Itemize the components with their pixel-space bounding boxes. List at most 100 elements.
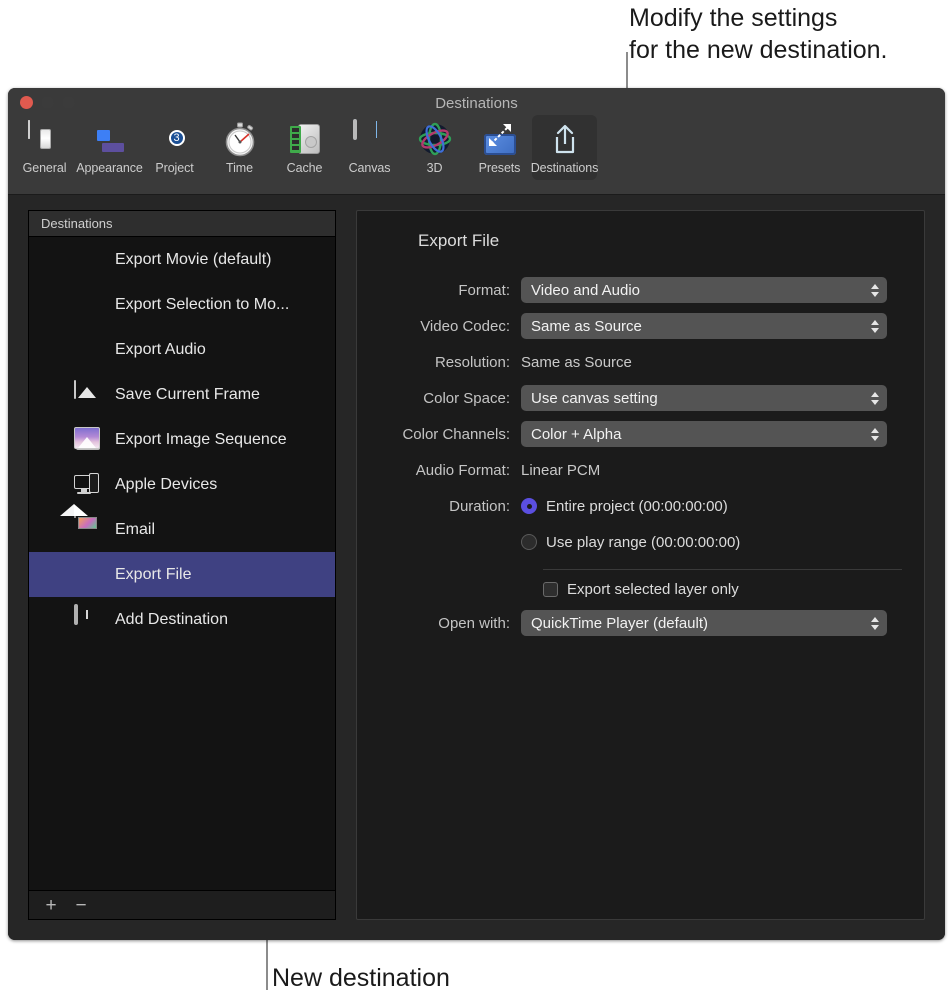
format-label: Format:	[371, 282, 521, 299]
toolbar-item-time[interactable]: Time	[207, 115, 272, 180]
color-space-label: Color Space:	[371, 390, 521, 407]
duration-label: Duration:	[371, 498, 521, 515]
row-duration: Duration: Entire project (00:00:00:00)	[371, 493, 902, 519]
video-codec-label: Video Codec:	[371, 318, 521, 335]
export-selected-layer-checkbox[interactable]	[543, 582, 558, 597]
list-item-export-image-sequence[interactable]: Export Image Sequence	[29, 417, 335, 462]
toolbar-label-canvas: Canvas	[349, 161, 391, 175]
callout-bottom-text: New destination	[272, 962, 450, 994]
row-color-channels: Color Channels: Color + Alpha	[371, 421, 902, 447]
chevron-updown-icon	[871, 385, 879, 411]
radio-entire-project[interactable]	[521, 498, 537, 514]
toolbar-label-time: Time	[226, 161, 253, 175]
list-item-label: Export Image Sequence	[115, 431, 287, 449]
audio-format-label: Audio Format:	[371, 462, 521, 479]
duration-option-label: Entire project (00:00:00:00)	[546, 498, 728, 515]
film-strip-icon	[377, 227, 404, 254]
cache-disk-icon	[287, 121, 323, 157]
list-item-label: Add Destination	[115, 611, 228, 629]
sidebar-footer-toolbar: + −	[28, 890, 336, 920]
list-item-email[interactable]: Email	[29, 507, 335, 552]
toolbar-item-appearance[interactable]: Appearance	[77, 115, 142, 180]
screenshot-root: Modify the settings for the new destinat…	[0, 0, 950, 1008]
destinations-preferences-window: Destinations General Appearance	[8, 88, 945, 940]
duration-option-play-range[interactable]: Use play range (00:00:00:00)	[521, 534, 740, 551]
toolbar-label-presets: Presets	[479, 161, 521, 175]
detail-title: Export File	[418, 231, 499, 251]
window-title: Destinations	[8, 95, 945, 112]
list-item-label: Export Selection to Mo...	[115, 296, 289, 314]
general-icon	[27, 121, 63, 157]
duration-option-entire-project[interactable]: Entire project (00:00:00:00)	[521, 498, 728, 515]
toolbar-item-presets[interactable]: Presets	[467, 115, 532, 180]
toolbar-item-general[interactable]: General	[12, 115, 77, 180]
chevron-updown-icon	[871, 610, 879, 636]
remove-destination-button[interactable]: −	[70, 894, 92, 916]
open-with-popup-button[interactable]: QuickTime Player (default)	[521, 610, 887, 636]
list-item-export-file[interactable]: Export File	[29, 552, 335, 597]
toolbar-item-cache[interactable]: Cache	[272, 115, 337, 180]
export-selected-layer-row[interactable]: Export selected layer only	[543, 581, 902, 598]
format-value: Video and Audio	[531, 282, 640, 299]
color-channels-value: Color + Alpha	[531, 426, 621, 443]
window-titlebar: Destinations General Appearance	[8, 88, 945, 195]
list-item-label: Email	[115, 521, 155, 539]
stopwatch-icon	[222, 121, 258, 157]
resolution-label: Resolution:	[371, 354, 521, 371]
chevron-updown-icon	[871, 277, 879, 303]
list-item-label: Save Current Frame	[115, 386, 260, 404]
list-item-add-destination[interactable]: Add Destination	[29, 597, 335, 642]
preferences-toolbar: General Appearance 3	[12, 115, 597, 180]
row-resolution: Resolution: Same as Source	[371, 349, 902, 375]
row-color-space: Color Space: Use canvas setting	[371, 385, 902, 411]
appearance-icon	[92, 121, 128, 157]
project-icon: 3	[157, 121, 193, 157]
film-strip-icon	[74, 246, 101, 273]
toolbar-item-destinations[interactable]: Destinations	[532, 115, 597, 180]
toolbar-label-project: Project	[155, 161, 193, 175]
color-channels-label: Color Channels:	[371, 426, 521, 443]
toolbar-item-project[interactable]: 3 Project	[142, 115, 207, 180]
color-space-popup-button[interactable]: Use canvas setting	[521, 385, 887, 411]
add-destination-button[interactable]: +	[40, 894, 62, 916]
toolbar-item-3d[interactable]: 3D	[402, 115, 467, 180]
destination-settings-panel: Export File Format: Video and Audio Vide…	[356, 210, 925, 920]
video-codec-popup-button[interactable]: Same as Source	[521, 313, 887, 339]
list-item-label: Export Audio	[115, 341, 206, 359]
callout-bottom-leader-line	[266, 932, 268, 990]
toolbar-label-general: General	[23, 161, 67, 175]
sidebar-header-label: Destinations	[28, 210, 336, 236]
radio-use-play-range[interactable]	[521, 534, 537, 550]
destinations-list[interactable]: Export Movie (default) Export Selection …	[28, 236, 336, 890]
row-format: Format: Video and Audio	[371, 277, 902, 303]
3d-sphere-icon	[417, 121, 453, 157]
list-item-apple-devices[interactable]: Apple Devices	[29, 462, 335, 507]
list-item-export-selection[interactable]: Export Selection to Mo...	[29, 282, 335, 327]
canvas-grid-icon	[352, 121, 388, 157]
detail-header: Export File	[371, 227, 902, 254]
row-duration-play-range: Use play range (00:00:00:00)	[371, 529, 902, 555]
color-channels-popup-button[interactable]: Color + Alpha	[521, 421, 887, 447]
toolbar-label-appearance: Appearance	[76, 161, 142, 175]
video-codec-value: Same as Source	[531, 318, 642, 335]
format-popup-button[interactable]: Video and Audio	[521, 277, 887, 303]
toolbar-item-canvas[interactable]: Canvas	[337, 115, 402, 180]
chevron-updown-icon	[871, 313, 879, 339]
duration-option-label: Use play range (00:00:00:00)	[546, 534, 740, 551]
list-item-export-audio[interactable]: Export Audio	[29, 327, 335, 372]
toolbar-label-cache: Cache	[287, 161, 323, 175]
callout-top-text: Modify the settings for the new destinat…	[629, 2, 888, 66]
settings-divider	[543, 569, 902, 570]
plus-box-icon	[74, 606, 101, 633]
film-strip-icon	[74, 561, 101, 588]
open-with-value: QuickTime Player (default)	[531, 615, 708, 632]
list-item-save-current-frame[interactable]: Save Current Frame	[29, 372, 335, 417]
color-space-value: Use canvas setting	[531, 390, 658, 407]
presets-resize-icon	[482, 121, 518, 157]
resolution-value: Same as Source	[521, 354, 632, 371]
window-body: Destinations Export Movie (default) Expo…	[8, 195, 945, 940]
share-export-icon	[547, 121, 583, 157]
photo-stack-icon	[74, 426, 101, 453]
list-item-export-movie[interactable]: Export Movie (default)	[29, 237, 335, 282]
envelope-icon	[74, 516, 101, 543]
